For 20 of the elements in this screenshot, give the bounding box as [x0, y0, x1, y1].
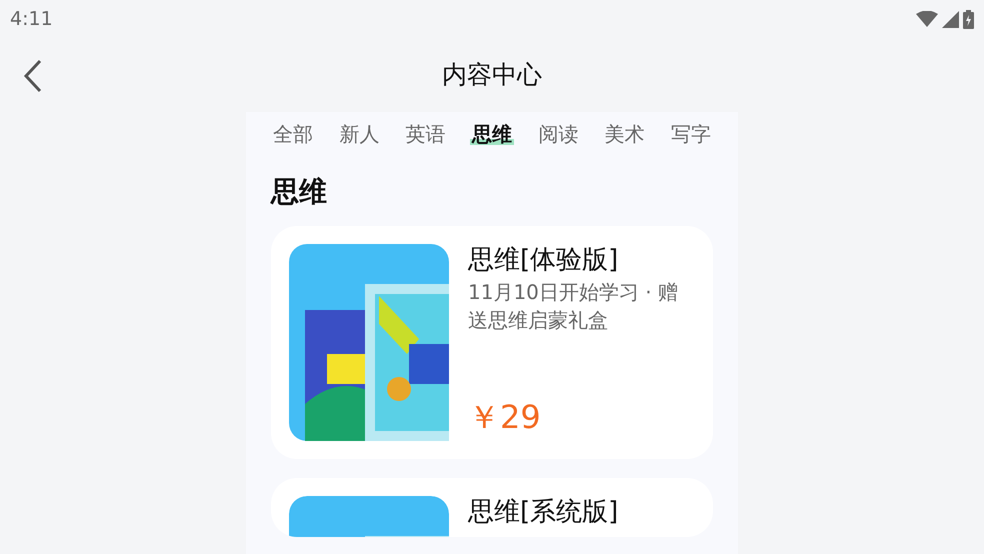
course-title: 思维[系统版] — [468, 496, 618, 530]
course-card[interactable]: 思维[体验版] 11月10日开始学习 · 赠送思维启蒙礼盒 ￥29 — [271, 226, 713, 460]
back-button[interactable] — [22, 58, 44, 94]
category-tab[interactable]: 全部 — [271, 123, 315, 145]
page-title: 内容中心 — [442, 59, 542, 92]
category-tab[interactable]: 思维 — [470, 123, 514, 145]
course-description: 11月10日开始学习 · 赠送思维启蒙礼盒 — [468, 279, 678, 334]
category-tab[interactable]: 写字 — [668, 123, 713, 145]
course-title: 思维[体验版] — [468, 244, 620, 278]
signal-icon — [942, 10, 959, 28]
category-tab[interactable]: 新人 — [337, 123, 382, 145]
section-title: 思维 — [271, 174, 328, 210]
category-tab[interactable]: 英语 — [404, 123, 448, 145]
course-price: ￥29 — [468, 397, 542, 438]
status-time: 4:11 — [10, 6, 53, 32]
battery-icon — [963, 10, 974, 28]
wifi-icon — [916, 11, 938, 27]
category-tab[interactable]: 阅读 — [536, 123, 580, 145]
category-tab[interactable]: 美术 — [602, 123, 647, 145]
course-card[interactable]: 思维[系统版] — [271, 478, 713, 538]
